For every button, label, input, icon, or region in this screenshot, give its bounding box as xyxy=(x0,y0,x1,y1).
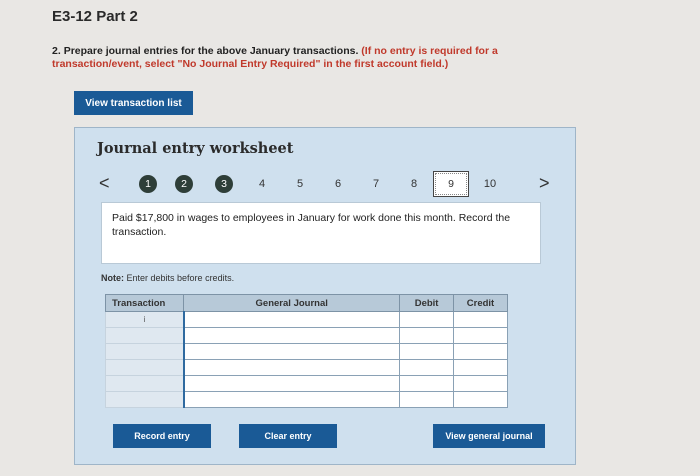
step-2[interactable]: 2 xyxy=(175,175,193,193)
debit-field[interactable] xyxy=(399,375,454,392)
transaction-prompt: Paid $17,800 in wages to employees in Ja… xyxy=(101,202,541,264)
account-field[interactable] xyxy=(182,375,401,392)
view-transaction-list-button[interactable]: View transaction list xyxy=(74,91,193,115)
debit-field[interactable] xyxy=(399,359,454,376)
transaction-cell xyxy=(104,327,185,344)
transaction-cell xyxy=(104,343,185,360)
step-8[interactable]: 8 xyxy=(405,175,423,193)
transaction-cell xyxy=(104,359,185,376)
instruction-number: 2. xyxy=(52,45,61,57)
debit-field[interactable] xyxy=(399,327,454,344)
credit-field[interactable] xyxy=(453,311,508,328)
prev-arrow-icon[interactable]: < xyxy=(99,173,110,193)
header-transaction: Transaction xyxy=(104,294,185,312)
step-navigation: < 1 2 3 4 5 6 7 8 9 10 > xyxy=(95,171,555,197)
credit-field[interactable] xyxy=(453,327,508,344)
note-label: Note: xyxy=(101,273,124,283)
table-row xyxy=(104,327,508,344)
table-row xyxy=(104,391,508,408)
account-field[interactable] xyxy=(182,343,401,360)
step-5[interactable]: 5 xyxy=(291,175,309,193)
instruction-text: Prepare journal entries for the above Ja… xyxy=(63,45,359,57)
transaction-cell xyxy=(104,391,185,408)
worksheet-title: Journal entry worksheet xyxy=(97,140,294,157)
step-6[interactable]: 6 xyxy=(329,175,347,193)
table-row xyxy=(104,375,508,392)
step-1[interactable]: 1 xyxy=(139,175,157,193)
record-entry-button[interactable]: Record entry xyxy=(113,424,211,448)
transaction-cell: i xyxy=(104,311,185,328)
transaction-cell xyxy=(104,375,185,392)
journal-table: Transaction General Journal Debit Credit… xyxy=(104,294,508,408)
step-9-active[interactable]: 9 xyxy=(433,171,469,197)
table-row: i xyxy=(104,311,508,328)
header-credit: Credit xyxy=(453,294,508,312)
credit-field[interactable] xyxy=(453,391,508,408)
page-title: E3-12 Part 2 xyxy=(52,8,138,25)
note: Note: Enter debits before credits. xyxy=(101,273,234,283)
next-arrow-icon[interactable]: > xyxy=(539,173,550,193)
step-10[interactable]: 10 xyxy=(481,175,499,193)
credit-field[interactable] xyxy=(453,375,508,392)
step-4[interactable]: 4 xyxy=(253,175,271,193)
instructions: 2. Prepare journal entries for the above… xyxy=(52,45,552,71)
account-field[interactable] xyxy=(182,311,401,328)
account-field[interactable] xyxy=(182,391,401,408)
clear-entry-button[interactable]: Clear entry xyxy=(239,424,337,448)
debit-field[interactable] xyxy=(399,343,454,360)
debit-field[interactable] xyxy=(399,311,454,328)
step-3[interactable]: 3 xyxy=(215,175,233,193)
debit-field[interactable] xyxy=(399,391,454,408)
header-general-journal: General Journal xyxy=(183,294,401,312)
credit-field[interactable] xyxy=(453,343,508,360)
note-text: Enter debits before credits. xyxy=(126,273,235,283)
account-field[interactable] xyxy=(182,327,401,344)
table-row xyxy=(104,343,508,360)
journal-entry-worksheet: Journal entry worksheet < 1 2 3 4 5 6 7 … xyxy=(74,127,576,465)
header-debit: Debit xyxy=(399,294,454,312)
account-field[interactable] xyxy=(182,359,401,376)
view-general-journal-button[interactable]: View general journal xyxy=(433,424,545,448)
step-7[interactable]: 7 xyxy=(367,175,385,193)
credit-field[interactable] xyxy=(453,359,508,376)
table-row xyxy=(104,359,508,376)
